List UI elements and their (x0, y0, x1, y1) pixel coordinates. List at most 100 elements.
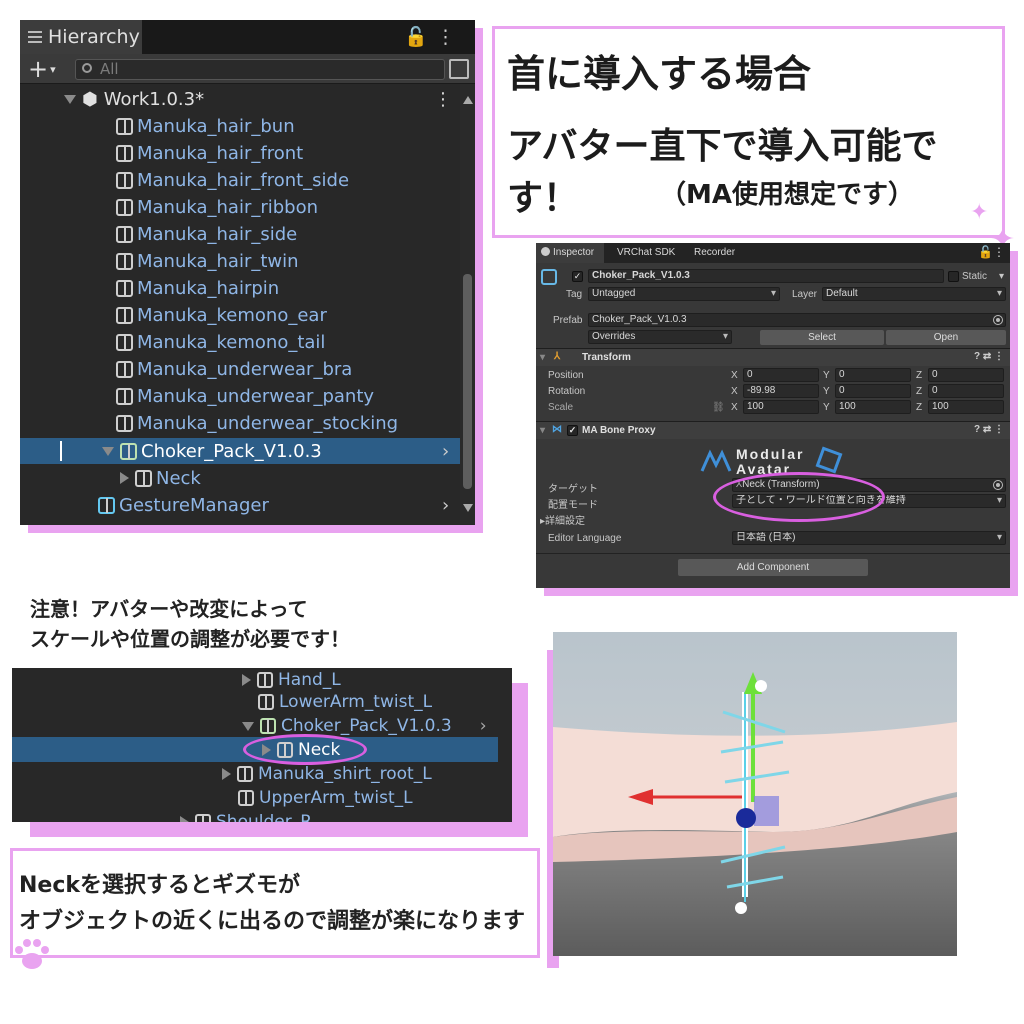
object-picker-icon[interactable] (993, 315, 1003, 325)
position-label: Position (548, 370, 584, 381)
chevron-right-icon[interactable]: › (442, 441, 449, 462)
select-button[interactable]: Select (760, 330, 884, 345)
ma-header[interactable]: ▾ ⋈ ✓ MA Bone Proxy ? ⇄ ⋮ (536, 421, 1010, 439)
collapse-arrow-icon[interactable] (64, 94, 76, 104)
scale-y-axis-label: Y (823, 402, 830, 413)
hierarchy-item-label: Manuka_hairpin (137, 277, 280, 299)
add-component-button[interactable]: Add Component (678, 559, 868, 576)
scene-menu-icon[interactable]: ⋮ (434, 89, 452, 110)
collapse-arrow-icon[interactable] (242, 721, 254, 731)
cube-icon (116, 387, 133, 405)
scale-z-field[interactable]: 100 (928, 400, 1004, 414)
list-item[interactable]: LowerArm_twist_L (258, 690, 432, 714)
advanced-foldout[interactable]: ▸詳細設定 (540, 512, 585, 527)
tab-vrchat-sdk[interactable]: VRChat SDK (617, 247, 675, 258)
position-y-field[interactable]: 0 (835, 368, 911, 382)
foldout-arrow-icon[interactable]: ▾ (540, 425, 545, 436)
tab-recorder[interactable]: Recorder (694, 247, 735, 258)
hierarchy-item[interactable]: Manuka_hair_front (20, 140, 460, 166)
expand-arrow-icon[interactable] (180, 816, 189, 822)
rotation-y-field[interactable]: 0 (835, 384, 911, 398)
transform-title: Transform (582, 352, 631, 363)
gesture-row[interactable]: GestureManager › (20, 492, 460, 518)
hierarchy-item-label: Manuka_kemono_tail (137, 331, 326, 353)
scale-y-field[interactable]: 100 (835, 400, 911, 414)
list-icon (28, 31, 42, 43)
expand-arrow-icon[interactable] (120, 472, 129, 484)
expand-arrow-icon[interactable] (222, 768, 231, 780)
scroll-thumb[interactable] (463, 274, 472, 489)
collapse-arrow-icon[interactable] (102, 446, 114, 456)
search-input[interactable]: All (75, 59, 445, 80)
selected-row[interactable]: Choker_Pack_V1.0.3 › (20, 438, 460, 464)
hierarchy-item[interactable]: Manuka_kemono_tail (20, 329, 460, 355)
prefab-label: Prefab (553, 315, 583, 326)
scale-z-axis-label: Z (916, 402, 923, 413)
scale-x-field[interactable]: 100 (743, 400, 819, 414)
hierarchy-item[interactable]: Manuka_underwear_stocking (20, 410, 460, 436)
rotation-x-field[interactable]: -89.98 (743, 384, 819, 398)
cube-icon (116, 333, 133, 351)
hierarchy-tab[interactable]: Hierarchy (20, 20, 142, 54)
chevron-right-icon[interactable]: › (480, 716, 487, 736)
hierarchy-item[interactable]: Manuka_kemono_ear (20, 302, 460, 328)
cube-icon (116, 306, 133, 324)
scene-view[interactable] (553, 632, 957, 956)
component-menu-icons[interactable]: ? ⇄ ⋮ (974, 424, 1004, 435)
hierarchy-item[interactable]: Manuka_hair_front_side (20, 167, 460, 193)
object-picker-icon[interactable] (993, 480, 1003, 490)
open-button[interactable]: Open (886, 330, 1006, 345)
expand-arrow-icon[interactable] (242, 674, 251, 686)
foldout-arrow-icon[interactable]: ▾ (540, 352, 545, 363)
transform-header[interactable]: ▾ ⅄ Transform ? ⇄ ⋮ (536, 348, 1010, 366)
lock-and-menu-icons[interactable]: 🔓⋮ (404, 25, 463, 48)
child-row[interactable]: Neck (20, 465, 460, 491)
hierarchy-item[interactable]: Manuka_hairpin (20, 275, 460, 301)
static-checkbox[interactable] (948, 271, 959, 282)
scroll-up-icon[interactable] (463, 96, 473, 104)
prefab-cube-icon (120, 442, 137, 460)
hierarchy-item-label: Manuka_underwear_bra (137, 358, 353, 380)
component-menu-icons[interactable]: ? ⇄ ⋮ (974, 351, 1004, 362)
active-checkbox[interactable]: ✓ (572, 271, 583, 282)
cube-icon (195, 814, 211, 822)
list-item[interactable]: Shoulder_R (180, 810, 312, 822)
position-x-field[interactable]: 0 (743, 368, 819, 382)
list-item[interactable]: Hand_L (242, 668, 341, 692)
hierarchy-item-label: Manuka_hair_front (137, 142, 304, 164)
prefab-field[interactable]: Choker_Pack_V1.0.3 (588, 313, 1006, 327)
ma-enabled-checkbox[interactable]: ✓ (567, 425, 578, 436)
tag-dropdown[interactable]: Untagged (588, 287, 780, 301)
chevron-right-icon[interactable]: › (442, 495, 449, 516)
list-item[interactable]: UpperArm_twist_L (238, 786, 413, 810)
position-x-axis-label: X (731, 370, 738, 381)
overrides-dropdown[interactable]: Overrides (588, 330, 732, 344)
lock-menu-icons[interactable]: 🔓⋮ (978, 245, 1005, 259)
list-item-label: LowerArm_twist_L (279, 692, 433, 712)
vertical-scrollbar[interactable] (460, 84, 475, 524)
hierarchy-item[interactable]: Manuka_underwear_panty (20, 383, 460, 409)
list-item-label: Shoulder_R (216, 812, 313, 822)
hierarchy-item[interactable]: Manuka_hair_bun (20, 113, 460, 139)
bottom-line-1: Neckを選択するとギズモが (19, 873, 301, 898)
object-name-field[interactable]: Choker_Pack_V1.0.3 (588, 269, 944, 283)
scale-label: Scale (548, 402, 574, 413)
scroll-down-icon[interactable] (463, 504, 473, 512)
layer-dropdown[interactable]: Default (822, 287, 1006, 301)
position-z-field[interactable]: 0 (928, 368, 1004, 382)
hierarchy-item[interactable]: Manuka_hair_twin (20, 248, 460, 274)
cube-icon (116, 414, 133, 432)
list-item[interactable]: Manuka_shirt_root_L (222, 762, 432, 786)
expand-icon[interactable] (449, 59, 469, 79)
highlight-oval (243, 734, 367, 765)
language-dropdown[interactable]: 日本語 (日本) (732, 531, 1006, 545)
rotation-z-field[interactable]: 0 (928, 384, 1004, 398)
scene-row[interactable]: ⬢ Work1.0.3* ⋮ (20, 86, 460, 112)
hierarchy-item[interactable]: Manuka_hair_ribbon (20, 194, 460, 220)
add-object-button[interactable]: + ▾ (28, 55, 56, 84)
static-dropdown-icon[interactable]: ▾ (999, 271, 1004, 282)
hierarchy-item[interactable]: Manuka_hair_side (20, 221, 460, 247)
link-icon[interactable]: ⛓ (712, 402, 725, 413)
tab-inspector[interactable]: Inspector (536, 243, 604, 263)
hierarchy-item[interactable]: Manuka_underwear_bra (20, 356, 460, 382)
